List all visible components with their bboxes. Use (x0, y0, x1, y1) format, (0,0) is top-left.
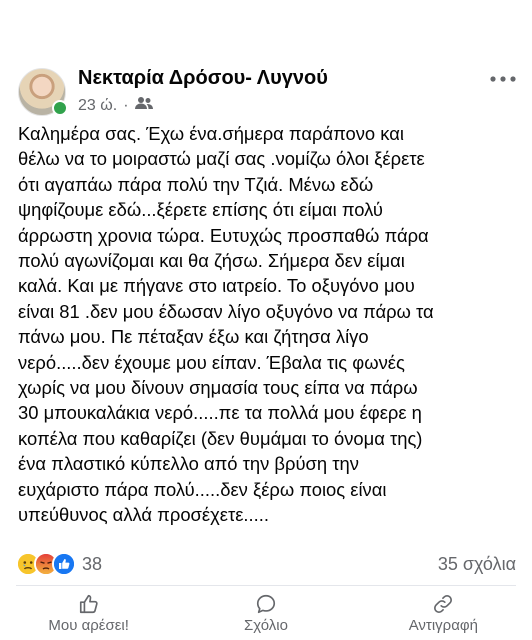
online-status-icon (52, 100, 68, 116)
post-time[interactable]: 23 ώ. (78, 97, 117, 115)
like-label: Μου αρέσει! (48, 616, 129, 634)
reaction-summary[interactable]: 38 35 σχόλια (16, 551, 516, 577)
friends-audience-icon[interactable] (134, 96, 153, 115)
reaction-icons[interactable] (16, 552, 76, 576)
comment-icon (256, 594, 276, 613)
comment-count[interactable]: 35 σχόλια (438, 554, 516, 575)
copy-label: Αντιγραφή (408, 616, 478, 634)
post-text: Καλημέρα σας. Έχω ένα.σήμερα παράπονο κα… (18, 123, 434, 526)
meta-separator: · (123, 96, 129, 114)
copy-link-button[interactable]: Αντιγραφή (355, 586, 532, 640)
like-icon (52, 552, 76, 576)
comment-button[interactable]: Σχόλιο (177, 586, 354, 640)
action-bar: Μου αρέσει! Σχόλιο Αντιγραφή (0, 586, 532, 640)
thumbs-up-icon (79, 594, 98, 613)
reaction-count[interactable]: 38 (82, 554, 102, 575)
post-meta: 23 ώ. · (78, 96, 153, 115)
post-header: Νεκταρία Δρόσου- Λυγνού 23 ώ. · (0, 0, 532, 130)
more-options-icon[interactable] (486, 68, 520, 90)
author-name[interactable]: Νεκταρία Δρόσου- Λυγνού (78, 67, 328, 90)
link-icon (434, 594, 453, 613)
like-button[interactable]: Μου αρέσει! (0, 586, 177, 640)
comment-label: Σχόλιο (244, 616, 288, 634)
